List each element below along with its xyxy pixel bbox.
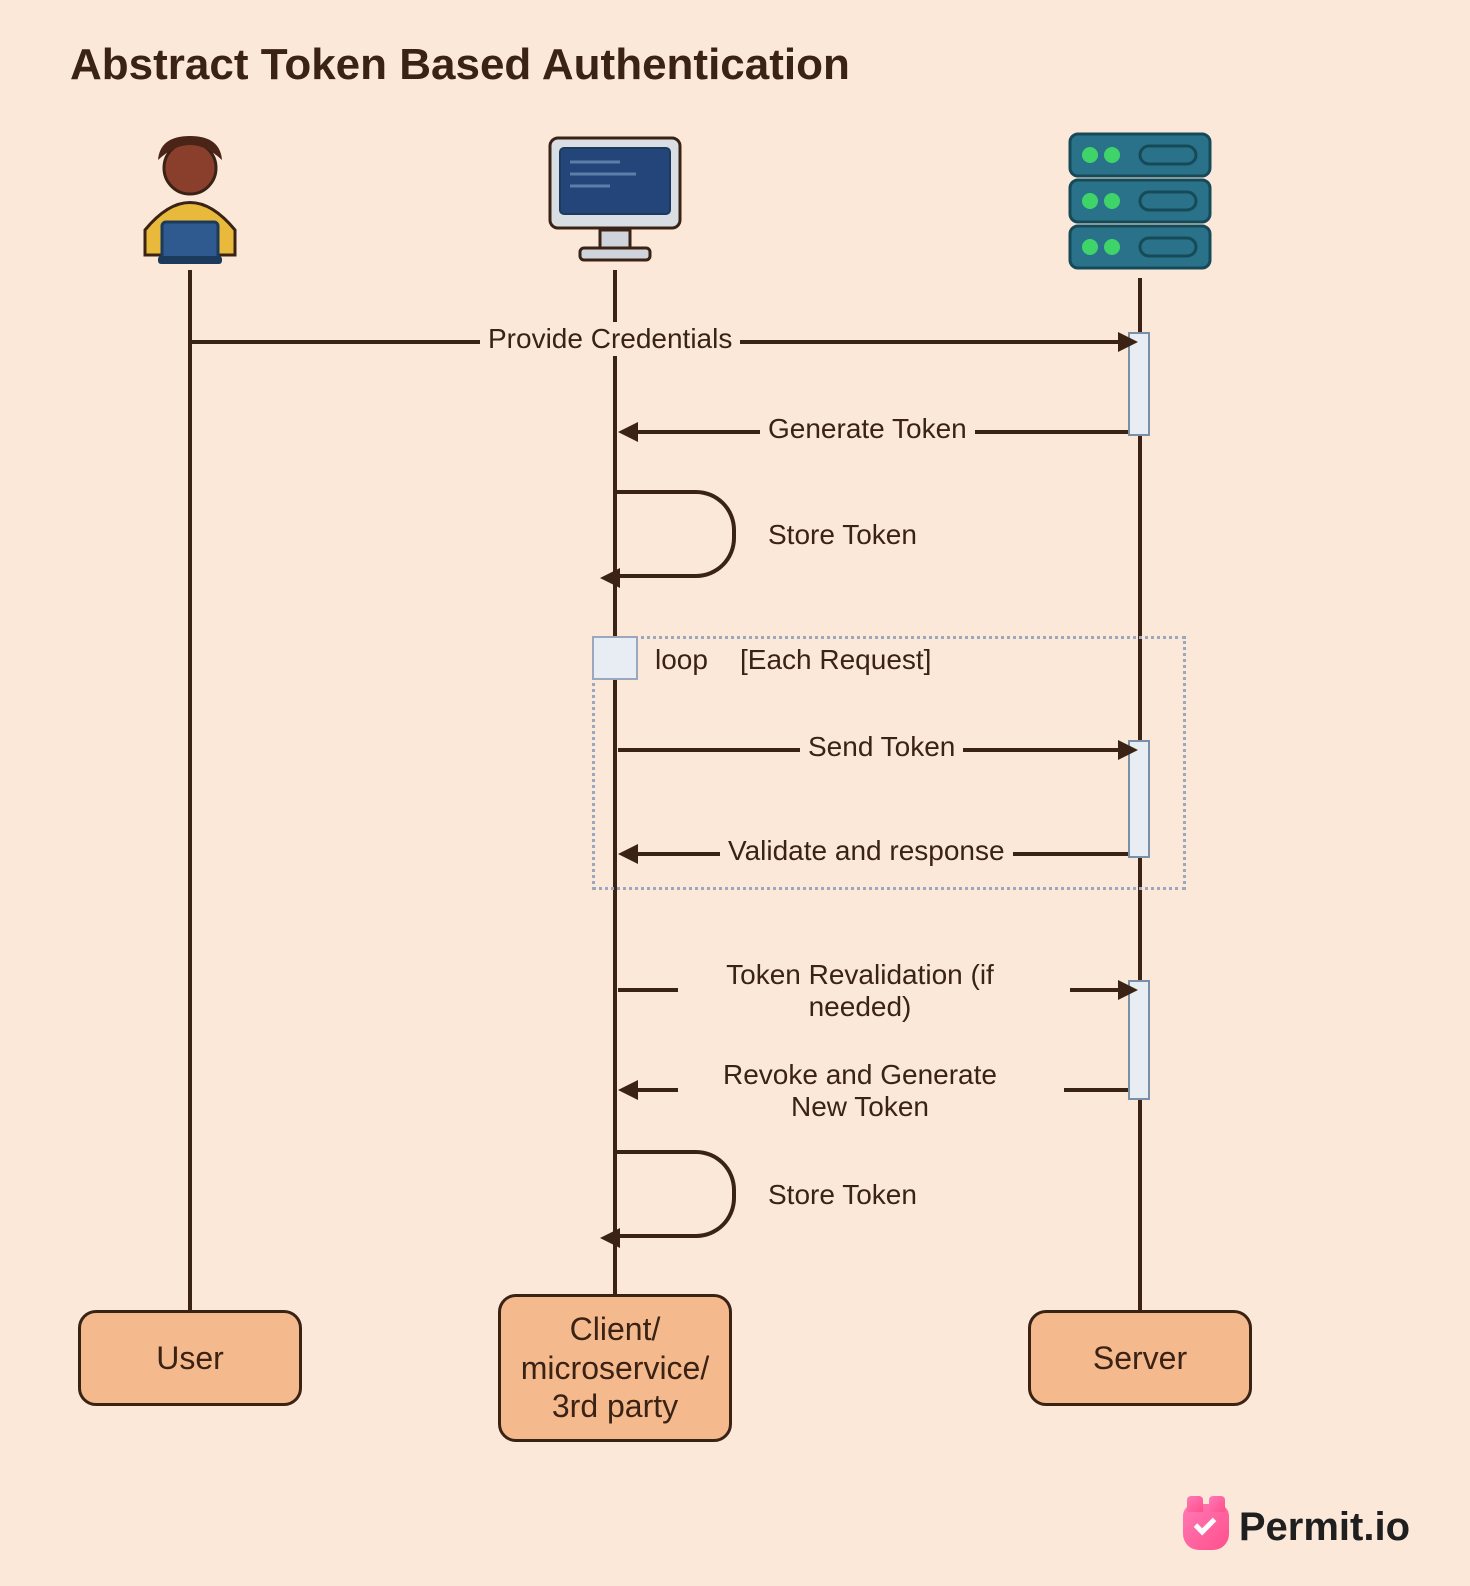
self-arrow-store-token-1 [616, 490, 736, 578]
label-generate-token: Generate Token [760, 412, 975, 446]
arrowhead-icon [618, 844, 638, 864]
label-validate: Validate and response [720, 834, 1013, 868]
loop-tag [592, 636, 638, 680]
self-arrow-store-token-2 [616, 1150, 736, 1238]
actor-user-label: User [156, 1339, 224, 1377]
arrow-revoke-r [1064, 1088, 1128, 1092]
loop-condition: [Each Request] [740, 644, 931, 676]
label-store-token-2: Store Token [760, 1178, 925, 1212]
arrowhead-icon [618, 1080, 638, 1100]
arrowhead-icon [1118, 980, 1138, 1000]
arrowhead-icon [600, 1228, 620, 1248]
arrowhead-icon [618, 422, 638, 442]
label-provide-credentials: Provide Credentials [480, 322, 740, 356]
brand-label: Permit.io [1239, 1505, 1410, 1550]
actor-server: Server [1028, 1310, 1252, 1406]
server-icon [1060, 128, 1220, 278]
sequence-diagram: Abstract Token Based Authentication [0, 0, 1470, 1586]
arrow-revalidation-l [618, 988, 678, 992]
arrow-revoke-l [636, 1088, 678, 1092]
arrowhead-icon [1118, 740, 1138, 760]
label-revalidation: Token Revalidation (if needed) [700, 958, 1020, 1024]
actor-server-label: Server [1093, 1339, 1187, 1377]
actor-client: Client/ microservice/ 3rd party [498, 1294, 732, 1442]
diagram-title: Abstract Token Based Authentication [70, 40, 850, 90]
lifeline-user [188, 270, 192, 1310]
label-revoke: Revoke and Generate New Token [700, 1058, 1020, 1124]
arrowhead-icon [600, 568, 620, 588]
arrowhead-icon [1118, 332, 1138, 352]
label-store-token-1: Store Token [760, 518, 925, 552]
arrow-revalidation-r [1070, 988, 1124, 992]
user-icon [120, 130, 260, 270]
permit-logo-icon [1183, 1504, 1229, 1550]
actor-user: User [78, 1310, 302, 1406]
label-send-token: Send Token [800, 730, 963, 764]
actor-client-label: Client/ microservice/ 3rd party [521, 1310, 709, 1425]
brand-permit-io: Permit.io [1183, 1504, 1410, 1550]
loop-keyword: loop [655, 644, 708, 676]
monitor-icon [540, 130, 690, 270]
